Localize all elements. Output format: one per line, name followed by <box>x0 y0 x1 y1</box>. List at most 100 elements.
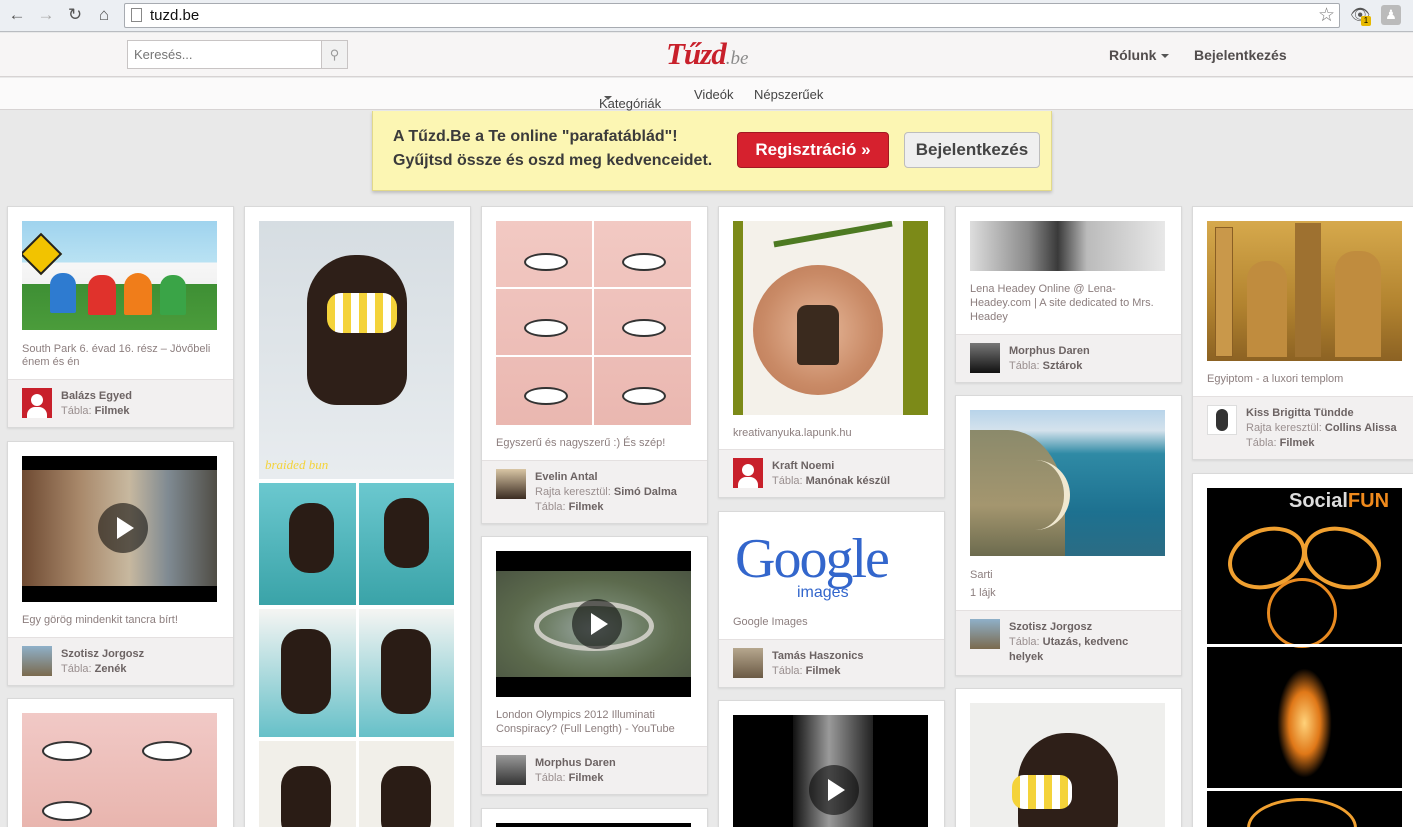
reload-icon[interactable]: ↻ <box>64 4 86 26</box>
play-icon[interactable] <box>98 503 148 553</box>
pin-card[interactable]: Egy görög mindenkit tancra bírt! Szotisz… <box>7 441 234 686</box>
user-name[interactable]: Morphus Daren <box>1009 345 1090 357</box>
site-logo[interactable]: Tűzd.be <box>666 36 748 72</box>
pin-card[interactable] <box>7 698 234 827</box>
pin-card[interactable]: South Park 6. évad 16. rész – Jövőbeli é… <box>7 206 234 428</box>
pin-card[interactable]: Google images Google Images Tamás Haszon… <box>718 511 945 688</box>
user-name[interactable]: Tamás Haszonics <box>772 650 864 662</box>
pin-description: Sarti <box>970 569 993 581</box>
forward-icon[interactable]: → <box>35 4 57 26</box>
user-name[interactable]: Kraft Noemi <box>772 460 834 472</box>
user-name[interactable]: Kiss Brigitta Tündde <box>1246 407 1354 419</box>
like-count: 1 lájk <box>970 587 996 599</box>
search-icon[interactable]: ⚲ <box>321 41 347 68</box>
play-icon[interactable] <box>572 599 622 649</box>
pin-card[interactable]: Egyszerű és nagyszerű :) És szép! Evelin… <box>481 206 708 524</box>
banner-headline: A Tűzd.Be a Te online "parafatáblád"! <box>393 128 678 145</box>
pin-description: Headey.com | A site dedicated to Mrs. <box>970 297 1154 309</box>
pin-card[interactable]: Egyiptom - a luxori templom Kiss Brigitt… <box>1192 206 1413 460</box>
board-link[interactable]: Sztárok <box>1043 360 1083 372</box>
play-icon[interactable] <box>809 765 859 815</box>
chevron-down-icon <box>604 96 612 100</box>
about-menu[interactable]: Rólunk <box>1109 47 1170 63</box>
pin-card[interactable]: Lena Headey Online @ Lena- Headey.com | … <box>955 206 1182 383</box>
board-link[interactable]: Filmek <box>569 772 604 784</box>
browser-toolbar: ← → ↻ ⌂ tuzd.be ☆ 👁 1 ♟ <box>0 0 1413 32</box>
user-name[interactable]: Balázs Egyed <box>61 390 132 402</box>
pin-card[interactable] <box>718 700 945 827</box>
pin-image[interactable]: SocialFUN <box>1207 488 1402 827</box>
board-info: Tábla: Filmek <box>535 501 604 513</box>
via-user-link[interactable]: Simó Dalma <box>614 486 677 498</box>
user-name[interactable]: Morphus Daren <box>535 757 616 769</box>
pin-card[interactable]: Sarti 1 lájk Szotisz Jorgosz Tábla: Utaz… <box>955 395 1182 676</box>
via-info: Rajta keresztül: Collins Alissa <box>1246 422 1397 434</box>
pin-description: énem és én <box>22 356 80 368</box>
video-thumbnail[interactable] <box>22 456 217 602</box>
url-text[interactable]: tuzd.be <box>150 7 199 24</box>
pin-image[interactable] <box>970 410 1165 556</box>
search-input[interactable] <box>128 41 322 68</box>
chevron-down-icon <box>1161 54 1170 59</box>
extension-user-icon[interactable]: ♟ <box>1381 5 1401 25</box>
pin-description: Google Images <box>733 616 808 628</box>
bookmark-star-icon[interactable]: ☆ <box>1318 4 1335 27</box>
videos-link[interactable]: Videók <box>694 87 734 102</box>
avatar[interactable] <box>733 458 763 488</box>
pin-card[interactable]: kreativanyuka.lapunk.hu Kraft Noemi Tábl… <box>718 206 945 498</box>
avatar[interactable] <box>733 648 763 678</box>
board-link[interactable]: Filmek <box>95 405 130 417</box>
avatar[interactable] <box>970 343 1000 373</box>
home-icon[interactable]: ⌂ <box>93 4 115 26</box>
pin-image[interactable] <box>970 221 1165 271</box>
pin-description: Lena Headey Online @ Lena- <box>970 283 1116 295</box>
board-link[interactable]: Zenék <box>95 663 127 675</box>
avatar[interactable] <box>22 388 52 418</box>
board-link[interactable]: Filmek <box>806 665 841 677</box>
pin-image[interactable] <box>22 221 217 330</box>
address-bar[interactable]: tuzd.be ☆ <box>124 3 1340 28</box>
pin-image[interactable] <box>970 703 1165 827</box>
login-link[interactable]: Bejelentkezés <box>1194 47 1287 63</box>
avatar[interactable] <box>496 469 526 499</box>
pin-description: Egy görög mindenkit tancra bírt! <box>22 614 178 626</box>
pin-card[interactable]: London Olympics 2012 Illuminati Conspira… <box>481 536 708 795</box>
pin-footer: Szotisz Jorgosz Tábla: Utazás, kedvenc he… <box>956 610 1181 675</box>
video-thumbnail[interactable] <box>496 551 691 697</box>
pin-image[interactable] <box>22 713 217 827</box>
banner-login-button[interactable]: Bejelentkezés <box>904 132 1040 168</box>
avatar[interactable] <box>970 619 1000 649</box>
image-caption: braided bun <box>265 457 329 472</box>
pin-image[interactable] <box>496 221 691 425</box>
board-link[interactable]: Manónak készül <box>806 475 890 487</box>
pin-card[interactable] <box>955 688 1182 827</box>
extension-eye-icon[interactable]: 👁 1 <box>1350 5 1372 27</box>
board-link[interactable]: Filmek <box>1280 437 1315 449</box>
board-link[interactable]: Filmek <box>569 501 604 513</box>
pin-card[interactable]: braided bun <box>244 206 471 827</box>
user-name[interactable]: Evelin Antal <box>535 471 598 483</box>
video-thumbnail[interactable] <box>496 823 691 827</box>
popular-link[interactable]: Népszerűek <box>754 87 823 102</box>
pin-card[interactable]: SocialFUN <box>1192 473 1413 827</box>
user-name[interactable]: Szotisz Jorgosz <box>61 648 144 660</box>
pin-footer: Evelin Antal Rajta keresztül: Simó Dalma… <box>482 460 707 523</box>
user-name[interactable]: Szotisz Jorgosz <box>1009 621 1092 633</box>
pin-description: Conspiracy? (Full Length) - YouTube <box>496 723 675 735</box>
pin-image[interactable] <box>733 221 928 415</box>
pin-footer: Morphus Daren Tábla: Filmek <box>482 746 707 794</box>
back-icon[interactable]: ← <box>6 4 28 26</box>
video-thumbnail[interactable] <box>733 715 928 827</box>
board-link[interactable]: Utazás, kedvenc <box>1043 636 1129 648</box>
pin-description: Egyszerű és nagyszerű :) És szép! <box>496 437 666 449</box>
via-user-link[interactable]: Collins Alissa <box>1325 422 1397 434</box>
avatar[interactable] <box>1207 405 1237 435</box>
board-info: Tábla: Manónak készül <box>772 475 890 487</box>
pin-image[interactable] <box>1207 221 1402 361</box>
avatar[interactable] <box>22 646 52 676</box>
register-button[interactable]: Regisztráció » <box>737 132 889 168</box>
avatar[interactable] <box>496 755 526 785</box>
pin-image[interactable]: braided bun <box>259 221 454 827</box>
pin-image[interactable]: Google images <box>733 526 928 606</box>
pin-card[interactable] <box>481 808 708 827</box>
